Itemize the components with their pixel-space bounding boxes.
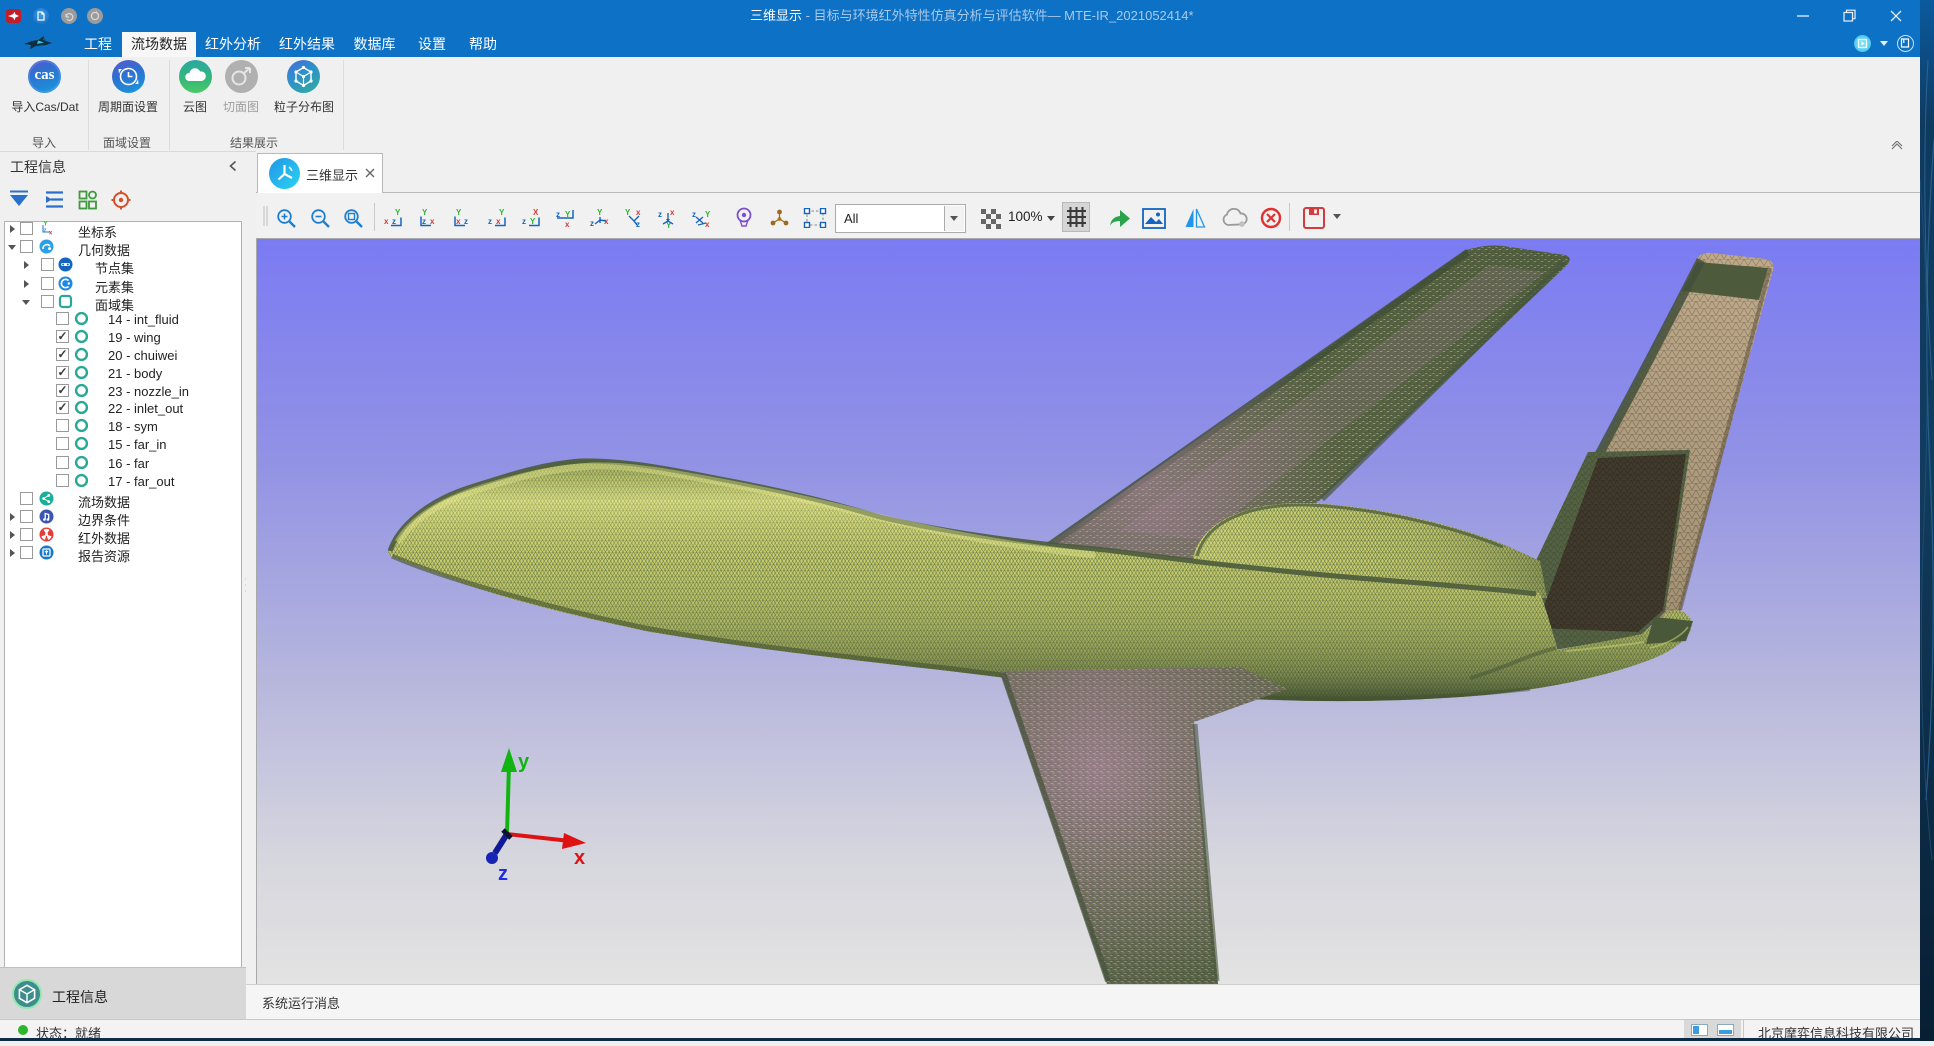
svg-text:Y: Y xyxy=(597,208,603,217)
svg-text:x: x xyxy=(574,847,585,869)
svg-text:x: x xyxy=(49,231,53,237)
svg-text:Y: Y xyxy=(44,222,48,228)
svg-text:z: z xyxy=(498,863,508,885)
svg-text:z: z xyxy=(488,217,492,226)
svg-text:y: y xyxy=(518,751,530,773)
svg-text:Y: Y xyxy=(530,217,536,226)
svg-text:z: z xyxy=(392,217,396,226)
svg-text:x: x xyxy=(565,220,570,229)
svg-text:z: z xyxy=(422,217,426,226)
svg-text:z: z xyxy=(464,217,468,226)
svg-text:x: x xyxy=(384,217,389,226)
svg-text:Y: Y xyxy=(456,208,462,217)
svg-text:z: z xyxy=(522,217,526,226)
svg-text:Y: Y xyxy=(395,208,401,217)
svg-text:Y: Y xyxy=(422,208,428,217)
svg-text:x: x xyxy=(496,217,501,226)
svg-text:z: z xyxy=(590,219,594,228)
svg-text:z: z xyxy=(44,228,47,234)
svg-text:Y: Y xyxy=(499,208,505,217)
svg-text:Y: Y xyxy=(625,208,631,217)
svg-text:x: x xyxy=(430,217,435,226)
svg-text:x: x xyxy=(705,220,710,229)
svg-text:X: X xyxy=(533,208,539,217)
svg-text:Y: Y xyxy=(705,210,711,219)
svg-text:x: x xyxy=(456,217,461,226)
svg-text:x: x xyxy=(670,208,675,217)
svg-text:z: z xyxy=(658,210,662,219)
svg-text:z: z xyxy=(692,210,696,219)
